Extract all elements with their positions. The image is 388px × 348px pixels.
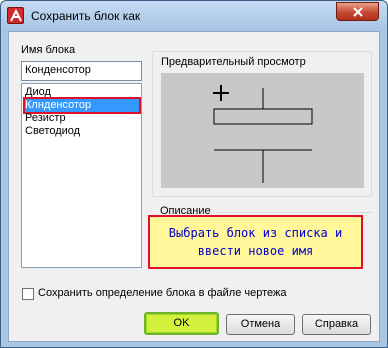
save-block-dialog: Сохранить блок как Имя блока Конденсотор… (0, 0, 388, 348)
block-name-label: Имя блока (21, 44, 76, 56)
instruction-callout: Выбрать блок из списка и ввести новое им… (148, 215, 363, 269)
preview-group: Предварительный просмотр (152, 51, 372, 197)
list-item[interactable]: Светодиод (25, 125, 139, 138)
help-button[interactable]: Справка (302, 314, 371, 335)
description-divider (217, 212, 372, 213)
capacitor-preview-icon (213, 85, 313, 183)
instruction-line-2: ввести новое имя (197, 244, 314, 258)
preview-area (161, 73, 364, 188)
list-item[interactable]: Диод (25, 86, 139, 99)
dialog-body: Имя блока Конденсотор Диод Клнденсотор Р… (8, 31, 380, 342)
close-icon (353, 7, 363, 17)
instruction-line-1: Выбрать блок из списка и (168, 226, 343, 240)
block-list[interactable]: Диод Клнденсотор Резистр Светодиод (21, 83, 142, 268)
save-definition-label[interactable]: Сохранить определение блока в файле черт… (38, 287, 287, 299)
block-name-input[interactable]: Конденсотор (21, 61, 142, 81)
list-item-selected[interactable]: Клнденсотор (23, 97, 141, 114)
title-bar[interactable]: Сохранить блок как (1, 1, 387, 31)
ok-button[interactable]: OK (144, 312, 219, 335)
close-button[interactable] (336, 2, 379, 21)
preview-label: Предварительный просмотр (161, 56, 306, 68)
list-item[interactable]: Резистр (25, 112, 139, 125)
cancel-button[interactable]: Отмена (226, 314, 295, 335)
window-title: Сохранить блок как (31, 9, 141, 23)
save-definition-checkbox[interactable] (22, 288, 34, 300)
autocad-app-icon[interactable] (7, 7, 24, 24)
